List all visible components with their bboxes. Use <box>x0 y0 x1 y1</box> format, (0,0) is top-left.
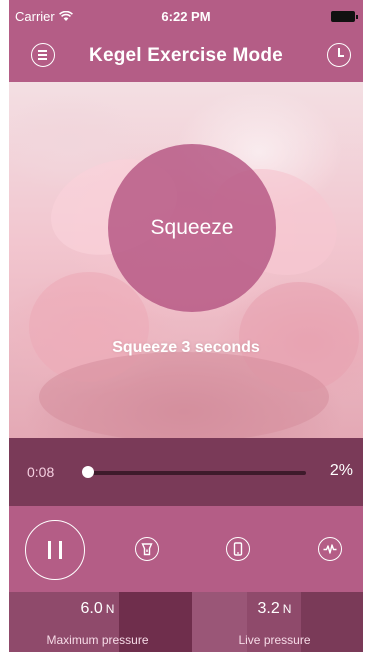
live-pressure-label: Live pressure <box>238 633 311 647</box>
progress-percent: 2% <box>329 462 353 479</box>
clock-icon[interactable] <box>327 43 351 67</box>
progress-knob[interactable] <box>82 466 95 478</box>
status-bar: Carrier 6:22 PM <box>9 0 363 36</box>
exercise-phase-circle: Squeeze <box>108 144 276 312</box>
hand-shape <box>39 352 329 438</box>
status-time: 6:22 PM <box>161 9 211 24</box>
pressure-readouts: 6.0 N Maximum pressure 3.2 N Live pressure <box>9 592 363 652</box>
control-bar <box>9 506 363 592</box>
max-pressure-unit: N <box>105 602 115 616</box>
progress-track[interactable] <box>84 471 306 475</box>
pause-button[interactable] <box>25 520 85 580</box>
pause-icon <box>48 541 51 559</box>
live-pressure-value: 3.2 N <box>257 600 292 617</box>
live-pressure-readout: 3.2 N Live pressure <box>186 592 363 652</box>
elapsed-time: 0:08 <box>27 464 55 480</box>
exercise-phase-label: Squeeze <box>150 216 234 239</box>
flashlight-icon[interactable] <box>135 537 159 561</box>
progress-area: 0:08 2% <box>9 438 363 506</box>
live-pressure-unit: N <box>282 602 292 616</box>
exercise-instruction: Squeeze 3 seconds <box>112 339 260 356</box>
max-pressure-label: Maximum pressure <box>46 633 149 647</box>
pulse-icon[interactable] <box>318 537 342 561</box>
background-photo: Squeeze Squeeze 3 seconds <box>9 82 363 438</box>
phone-icon[interactable] <box>226 537 250 561</box>
max-pressure-readout: 6.0 N Maximum pressure <box>9 592 186 652</box>
battery-icon <box>331 11 358 22</box>
max-pressure-value: 6.0 N <box>80 600 115 617</box>
page-title: Kegel Exercise Mode <box>89 45 283 66</box>
phone-screen: Carrier 6:22 PM Kegel Exercise Mode Sque… <box>9 0 363 652</box>
nav-bar: Kegel Exercise Mode <box>9 36 363 82</box>
